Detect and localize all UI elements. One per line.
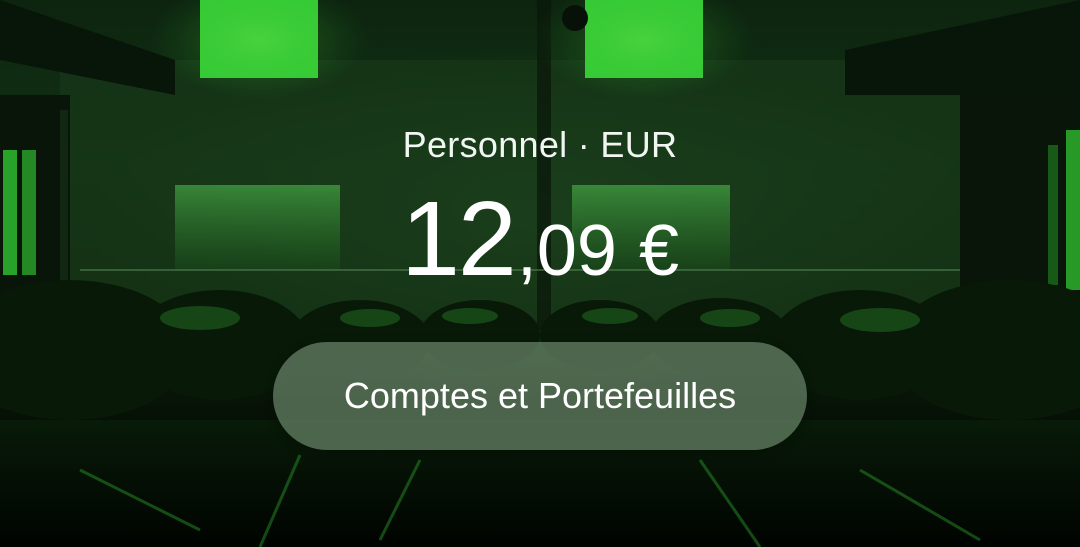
balance-decimal: ,09 — [516, 211, 617, 291]
balance-amount: 12,09 € — [0, 186, 1080, 292]
accounts-wallets-button-label: Comptes et Portefeuilles — [343, 375, 737, 416]
balance-summary: Personnel · EUR 12,09 € Comptes et Portef… — [0, 0, 1080, 547]
separator-dot: · — [577, 124, 591, 165]
accounts-wallets-button[interactable]: Comptes et Portefeuilles — [273, 342, 807, 450]
balance-integer: 12 — [400, 180, 517, 298]
currency-symbol: € — [638, 211, 680, 291]
currency-code: EUR — [600, 124, 678, 165]
account-label: Personnel · EUR — [0, 124, 1080, 166]
wallet-header: Personnel · EUR 12,09 € Comptes et Portef… — [0, 0, 1080, 547]
account-name: Personnel — [402, 124, 568, 165]
